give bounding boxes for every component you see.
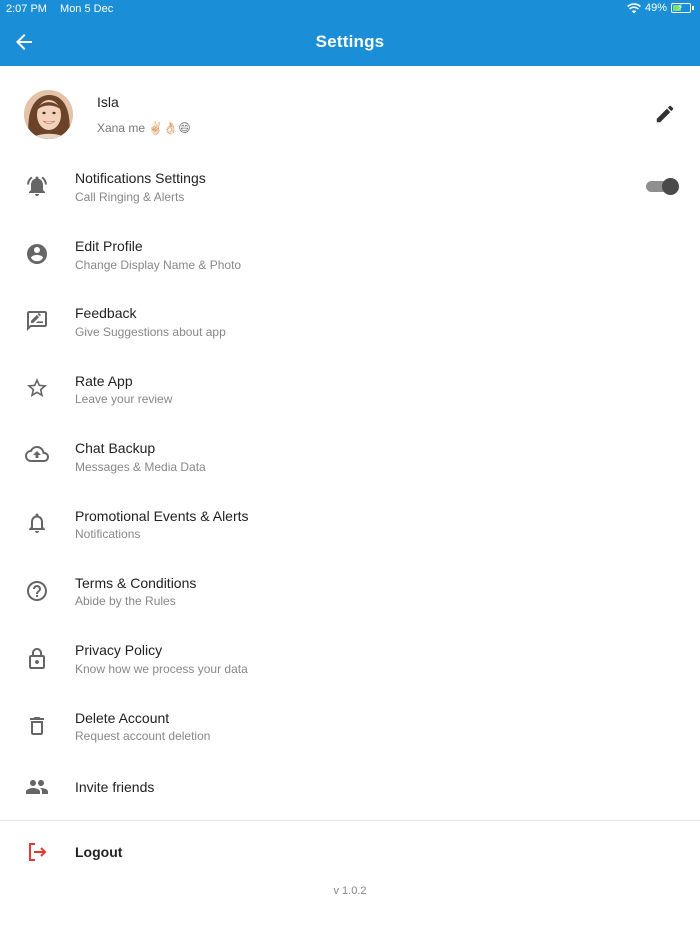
menu-item-title: Chat Backup <box>75 440 156 456</box>
menu-item-subtitle: Know how we process your data <box>75 662 248 676</box>
battery-icon: ⚡ <box>671 2 691 13</box>
menu-item-terms-conditions[interactable]: Terms & Conditions Abide by the Rules <box>0 561 700 621</box>
avatar[interactable] <box>24 90 73 139</box>
app-version: v 1.0.2 <box>333 885 367 897</box>
menu-item-title: Notifications Settings <box>75 170 206 186</box>
trash-icon <box>30 717 44 735</box>
menu-item-feedback[interactable]: Feedback Give Suggestions about app <box>0 292 700 352</box>
notifications-toggle[interactable] <box>646 178 679 195</box>
menu-item-title: Edit Profile <box>75 238 143 254</box>
menu-item-invite-friends[interactable]: Invite friends <box>0 758 700 818</box>
status-time: 2:07 PM <box>6 3 47 15</box>
battery-percent: 49% <box>644 2 667 14</box>
menu-item-subtitle: Leave your review <box>75 392 173 406</box>
logout-button[interactable]: Logout <box>0 822 700 882</box>
menu-item-chat-backup[interactable]: Chat Backup Messages & Media Data <box>0 427 700 487</box>
menu-item-rate-app[interactable]: Rate App Leave your review <box>0 359 700 419</box>
menu-item-edit-profile[interactable]: Edit Profile Change Display Name & Photo <box>0 224 700 284</box>
menu-item-subtitle: Abide by the Rules <box>75 594 176 608</box>
menu-item-subtitle: Notifications <box>75 527 141 541</box>
pencil-icon[interactable] <box>654 103 676 125</box>
profile-name: Isla <box>97 94 119 110</box>
menu-item-subtitle: Request account deletion <box>75 729 211 743</box>
menu-item-notifications-settings[interactable]: Notifications Settings Call Ringing & Al… <box>0 157 700 217</box>
bell-ringing-icon <box>27 176 47 196</box>
menu-item-title: Rate App <box>75 373 133 389</box>
cloud-upload-icon <box>25 446 49 462</box>
menu-item-title: Terms & Conditions <box>75 575 197 591</box>
page-title: Settings <box>315 32 385 51</box>
menu-item-subtitle: Call Ringing & Alerts <box>75 190 185 204</box>
status-bar: 2:07 PM Mon 5 Dec 49% ⚡ <box>0 0 700 18</box>
help-circle-icon <box>27 581 47 601</box>
menu-item-title: Invite friends <box>75 779 155 795</box>
logout-icon <box>29 843 47 861</box>
menu-item-privacy-policy[interactable]: Privacy Policy Know how we process your … <box>0 629 700 689</box>
menu-item-title: Feedback <box>75 305 137 321</box>
people-icon <box>26 780 48 794</box>
profile-status: Xana me ✌🏻👌🏻😄 <box>97 121 191 135</box>
account-circle-icon <box>27 244 47 264</box>
menu-item-title: Promotional Events & Alerts <box>75 508 249 524</box>
logout-label: Logout <box>75 844 123 860</box>
divider <box>0 820 700 821</box>
star-icon <box>27 378 47 397</box>
menu-item-subtitle: Give Suggestions about app <box>75 325 226 339</box>
menu-item-title: Delete Account <box>75 710 170 726</box>
menu-item-subtitle: Change Display Name & Photo <box>75 258 242 272</box>
menu-item-subtitle: Messages & Media Data <box>75 460 206 474</box>
menu-item-promotional-events[interactable]: Promotional Events & Alerts Notification… <box>0 494 700 554</box>
profile-card[interactable]: Isla Xana me ✌🏻👌🏻😄 <box>0 66 700 162</box>
bell-icon <box>29 513 45 533</box>
lock-icon <box>29 648 45 669</box>
status-date: Mon 5 Dec <box>60 3 114 15</box>
toggle-knob <box>662 178 679 195</box>
menu-item-title: Privacy Policy <box>75 642 163 658</box>
feedback-icon <box>27 311 47 331</box>
menu-item-delete-account[interactable]: Delete Account Request account deletion <box>0 696 700 756</box>
wifi-icon <box>627 2 641 13</box>
app-bar: Settings <box>0 18 700 66</box>
